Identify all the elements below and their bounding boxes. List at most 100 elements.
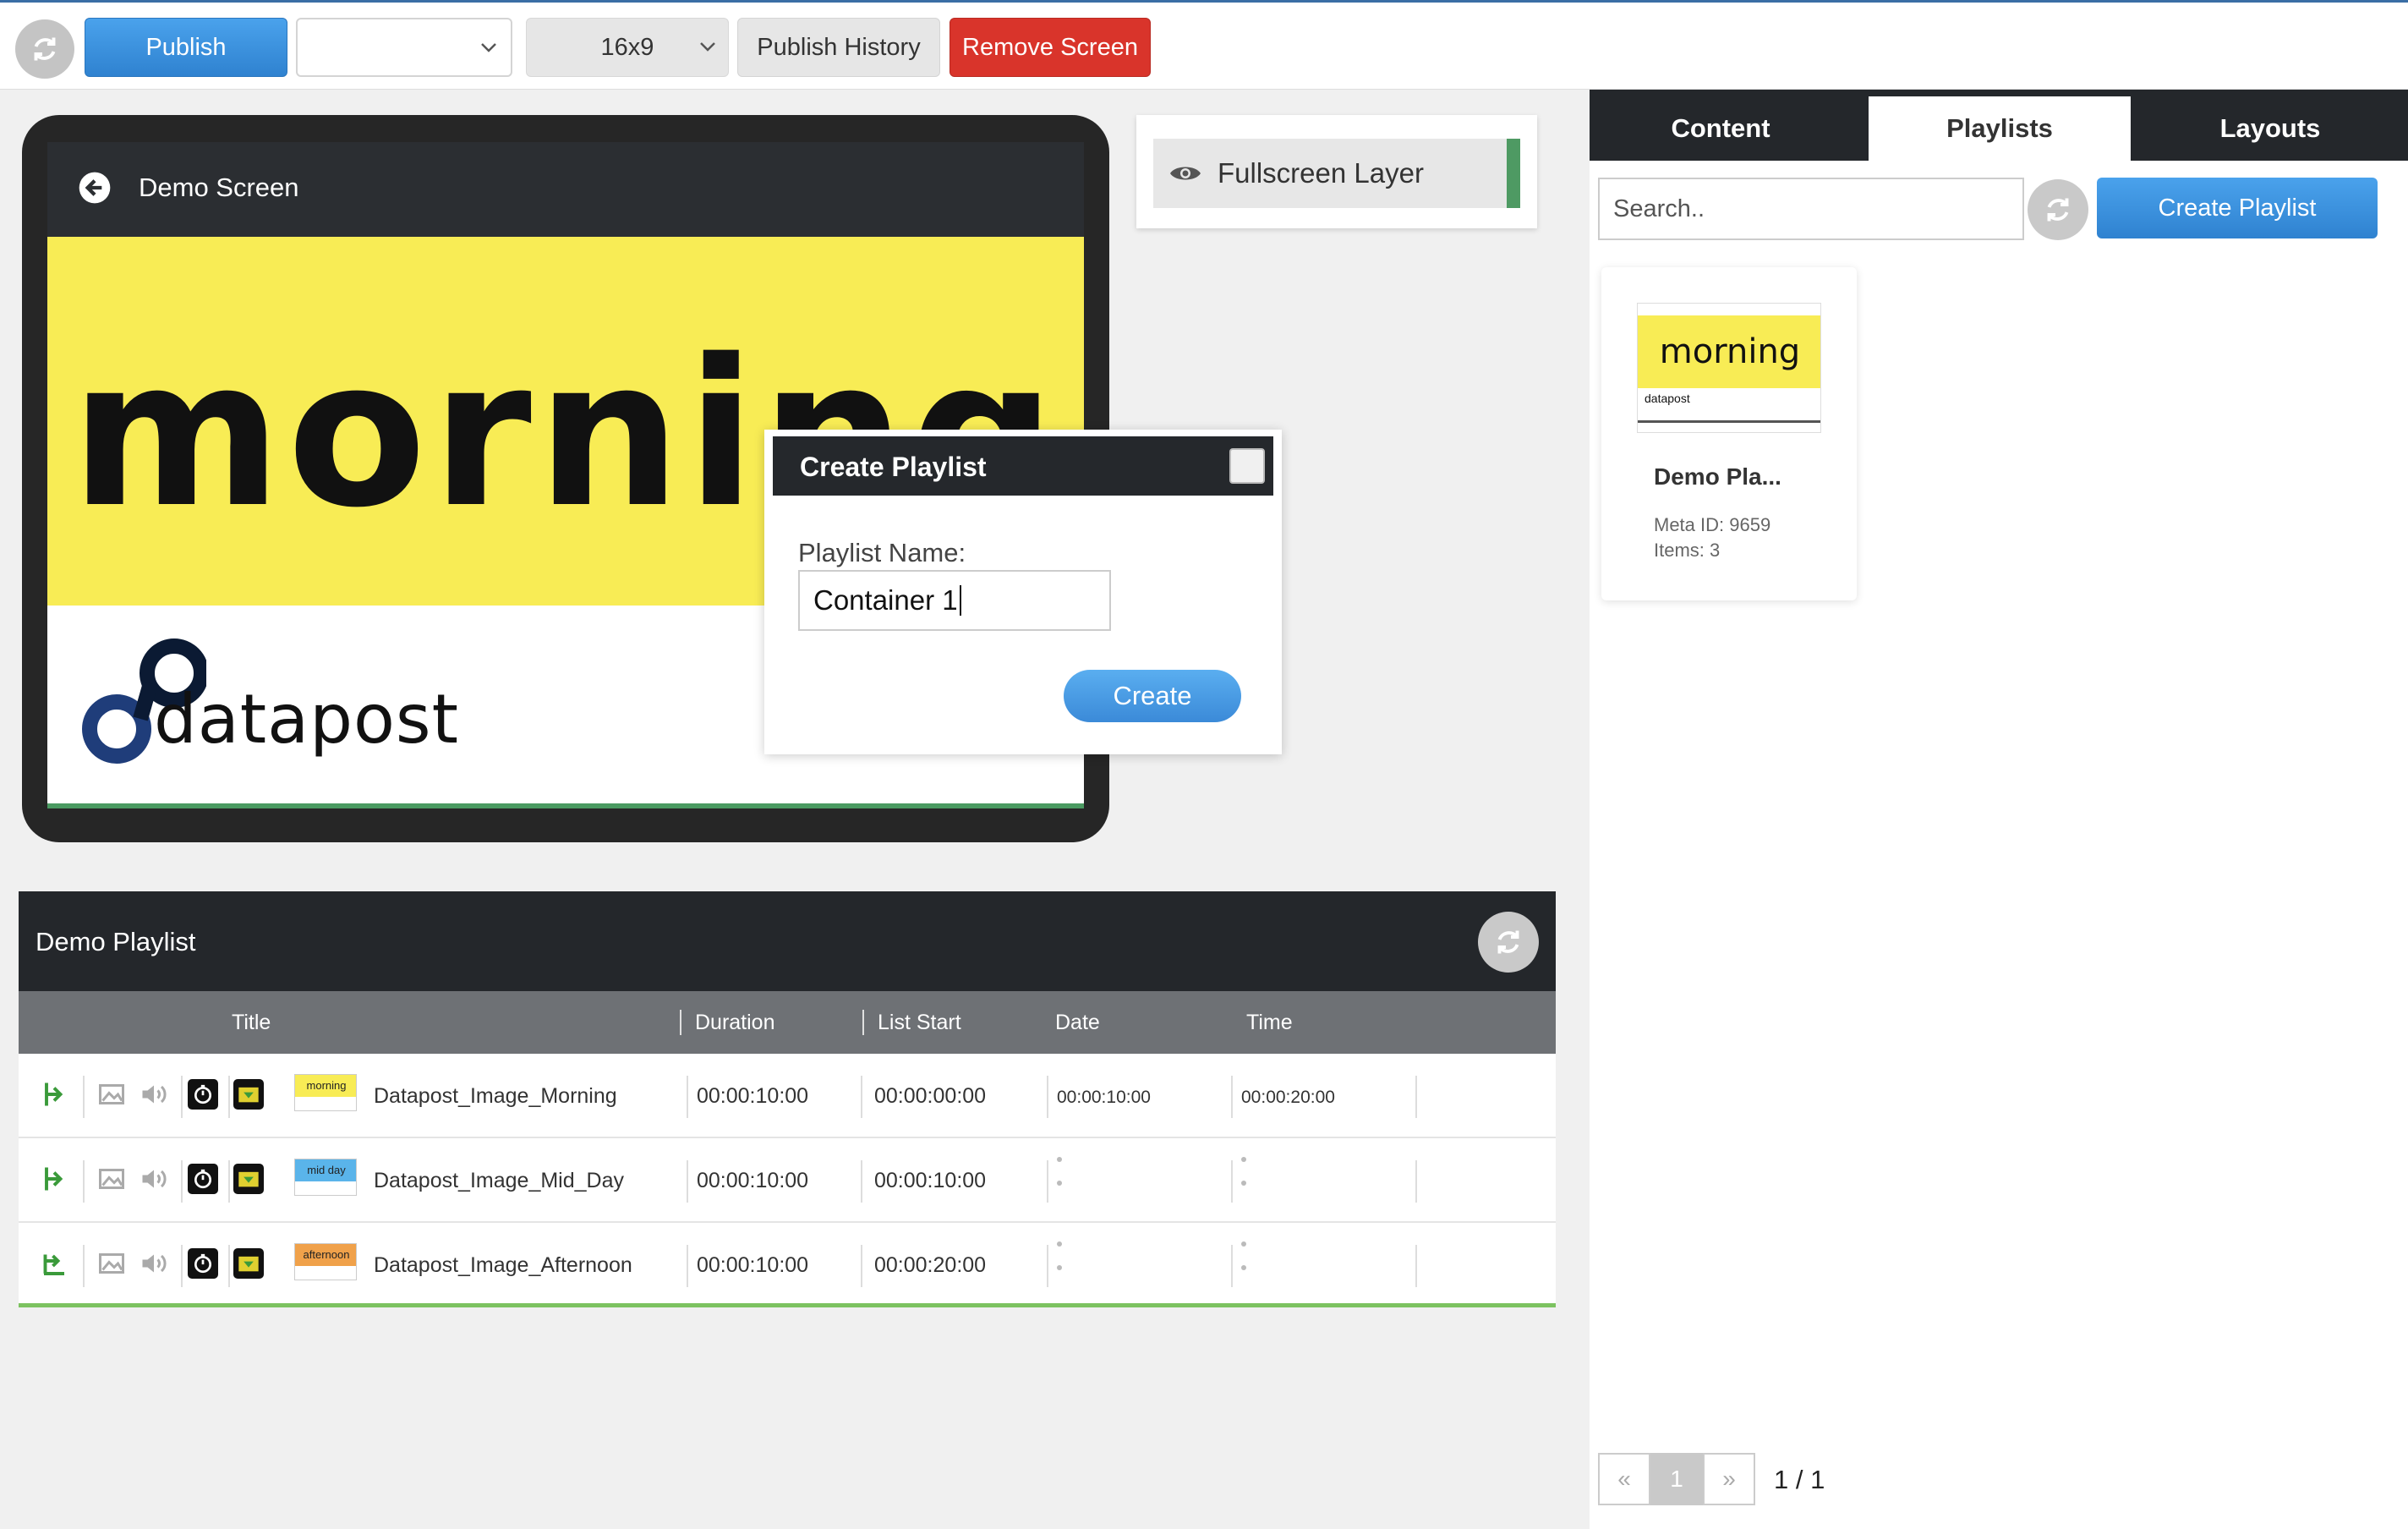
cell-divider [228, 1245, 230, 1287]
volume-icon[interactable] [139, 1079, 169, 1110]
library-refresh-button[interactable] [2028, 179, 2088, 240]
row-date[interactable]: 00:00:10:00 [1057, 1088, 1151, 1108]
remove-screen-button[interactable]: Remove Screen [950, 18, 1151, 77]
refresh-button[interactable] [15, 19, 74, 79]
image-icon[interactable] [96, 1164, 127, 1194]
row-thumbnail: afternoon [294, 1243, 357, 1280]
cell-divider [1415, 1160, 1417, 1203]
image-icon[interactable] [96, 1248, 127, 1279]
publish-history-button[interactable]: Publish History [737, 18, 940, 77]
playlist-card[interactable]: morning datapost Demo Pla... Meta ID: 96… [1601, 267, 1857, 600]
time-drag-handle[interactable] [1241, 1241, 1246, 1289]
table-row[interactable]: mid day Datapost_Image_Mid_Day 00:00:10:… [19, 1138, 1556, 1223]
pagination-prev[interactable]: « [1598, 1453, 1650, 1505]
row-list-start: 00:00:00:00 [874, 1084, 987, 1108]
playlist-name-input[interactable]: Container 1 [798, 570, 1111, 631]
cell-divider [83, 1076, 85, 1118]
cell-divider [687, 1245, 688, 1287]
transition-icon[interactable] [39, 1079, 69, 1110]
playlist-card-meta-id: Meta ID: 9659 [1654, 514, 1771, 535]
table-row[interactable]: morning Datapost_Image_Morning 00:00:10:… [19, 1054, 1556, 1138]
col-time[interactable]: Time [1246, 1011, 1293, 1035]
row-duration[interactable]: 00:00:10:00 [697, 1253, 808, 1278]
playlist-header: Demo Playlist [19, 891, 1556, 991]
datapost-logo: datapost [79, 638, 458, 781]
cell-divider [1047, 1076, 1048, 1118]
library-panel: Content Playlists Layouts Search.. Creat… [1590, 90, 2408, 1529]
back-arrow-icon[interactable] [78, 171, 112, 205]
library-tabs: Content Playlists Layouts [1590, 90, 2408, 161]
col-title[interactable]: Title [232, 1011, 271, 1035]
refresh-icon [1497, 930, 1519, 954]
row-duration[interactable]: 00:00:10:00 [697, 1084, 808, 1109]
schedule-icon[interactable] [233, 1079, 264, 1110]
refresh-icon [2047, 198, 2069, 222]
pagination: « 1 » [1598, 1453, 1755, 1505]
modal-title: Create Playlist [800, 452, 987, 482]
cell-divider [181, 1076, 183, 1118]
playlist-refresh-button[interactable] [1478, 912, 1539, 973]
playlist-name-value: Container 1 [813, 584, 958, 616]
thumb-label: afternoon [295, 1244, 356, 1266]
col-divider [680, 1010, 681, 1035]
date-drag-handle[interactable] [1057, 1157, 1062, 1204]
row-time[interactable]: 00:00:20:00 [1241, 1088, 1335, 1108]
screen-select[interactable] [296, 18, 512, 77]
pagination-summary: 1 / 1 [1774, 1465, 1825, 1494]
refresh-icon [34, 37, 56, 61]
publish-button[interactable]: Publish [85, 18, 287, 77]
row-title: Datapost_Image_Mid_Day [374, 1169, 624, 1192]
time-drag-handle[interactable] [1241, 1157, 1246, 1204]
cell-divider [1231, 1245, 1233, 1287]
aspect-ratio-select[interactable]: 16x9 [526, 18, 729, 77]
image-icon[interactable] [96, 1079, 127, 1110]
pagination-page-1[interactable]: 1 [1650, 1453, 1703, 1505]
playlist-name-label: Playlist Name: [798, 538, 966, 567]
tab-playlists[interactable]: Playlists [1869, 96, 2131, 161]
chevron-down-icon [481, 43, 496, 52]
close-checkbox-button[interactable] [1229, 448, 1265, 484]
volume-icon[interactable] [139, 1164, 169, 1194]
timer-icon[interactable] [188, 1248, 218, 1279]
cell-divider [181, 1160, 183, 1203]
row-list-start: 00:00:20:00 [874, 1253, 987, 1277]
volume-icon[interactable] [139, 1248, 169, 1279]
col-date[interactable]: Date [1055, 1011, 1100, 1035]
aspect-ratio-value: 16x9 [600, 33, 654, 61]
row-thumbnail: morning [294, 1074, 357, 1111]
pagination-next[interactable]: » [1703, 1453, 1755, 1505]
search-input[interactable]: Search.. [1598, 178, 2024, 240]
row-duration[interactable]: 00:00:10:00 [697, 1169, 808, 1193]
row-list-start: 00:00:10:00 [874, 1169, 987, 1192]
create-playlist-button[interactable]: Create Playlist [2097, 178, 2378, 238]
text-caret [959, 585, 961, 616]
transition-icon[interactable] [39, 1164, 69, 1194]
cell-divider [861, 1076, 862, 1118]
schedule-icon[interactable] [233, 1164, 264, 1194]
layer-item-fullscreen[interactable]: Fullscreen Layer [1153, 139, 1520, 208]
card-thumb-line [1638, 420, 1820, 423]
transition-icon[interactable] [39, 1248, 69, 1279]
layer-panel: Fullscreen Layer [1136, 115, 1537, 228]
col-list-start[interactable]: List Start [878, 1011, 961, 1035]
timer-icon[interactable] [188, 1164, 218, 1194]
cell-divider [1415, 1245, 1417, 1287]
cell-divider [181, 1245, 183, 1287]
schedule-icon[interactable] [233, 1248, 264, 1279]
tab-layouts[interactable]: Layouts [2139, 96, 2401, 161]
date-drag-handle[interactable] [1057, 1241, 1062, 1289]
row-thumbnail: mid day [294, 1159, 357, 1196]
cell-divider [83, 1245, 85, 1287]
playlist-table: Demo Playlist Title Duration List Start … [19, 891, 1556, 1307]
create-button[interactable]: Create [1064, 670, 1241, 722]
eye-icon[interactable] [1168, 162, 1202, 185]
table-row[interactable]: afternoon Datapost_Image_Afternoon 00:00… [19, 1223, 1556, 1307]
modal-header: Create Playlist [773, 436, 1273, 496]
col-duration[interactable]: Duration [695, 1011, 775, 1035]
timer-icon[interactable] [188, 1079, 218, 1110]
cell-divider [228, 1160, 230, 1203]
cell-divider [1231, 1076, 1233, 1118]
cell-divider [83, 1160, 85, 1203]
tab-content[interactable]: Content [1590, 96, 1852, 161]
row-title: Datapost_Image_Afternoon [374, 1253, 632, 1277]
